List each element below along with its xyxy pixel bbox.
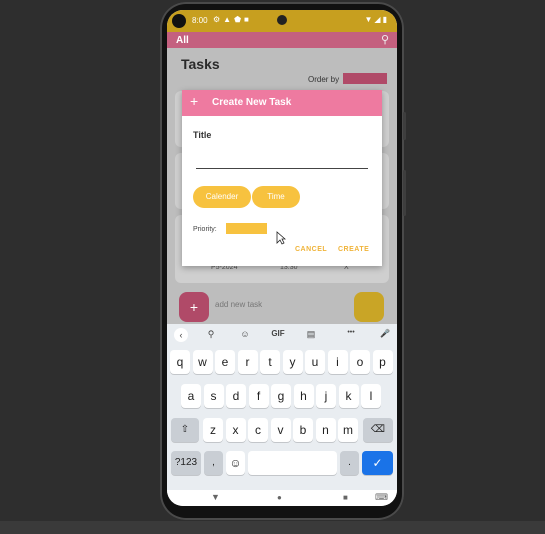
add-new-task-label: add new task <box>215 300 263 309</box>
key-b[interactable]: b <box>293 418 313 442</box>
dialog-title: Create New Task <box>212 97 292 108</box>
key-v[interactable]: v <box>270 418 291 442</box>
key-c[interactable]: c <box>248 418 268 442</box>
power-button <box>403 112 406 140</box>
sticker-icon[interactable]: ☺ <box>237 329 253 339</box>
yellow-fab-button[interactable] <box>354 292 384 322</box>
pinned-indicator-icon <box>277 15 287 25</box>
back-icon[interactable]: ▼ <box>211 492 220 502</box>
key-d[interactable]: d <box>226 384 246 408</box>
key-y[interactable]: y <box>282 350 303 374</box>
key-x[interactable]: x <box>225 418 246 442</box>
key-g[interactable]: g <box>271 384 291 408</box>
key-f[interactable]: f <box>248 384 269 408</box>
key-q[interactable]: q <box>170 350 190 374</box>
key-o[interactable]: o <box>350 350 370 374</box>
key-w[interactable]: w <box>192 350 213 374</box>
key-l[interactable]: l <box>361 384 381 408</box>
clipboard-icon[interactable]: ▤ <box>303 329 319 340</box>
keyboard-toolbar: ‹ ⚲ ☺ GIF ▤ ••• 🎤 <box>167 324 397 346</box>
collapse-back-icon[interactable]: ‹ <box>174 328 188 342</box>
cancel-button[interactable]: CANCEL <box>295 246 327 253</box>
app-top-bar: All ⚲ <box>167 32 397 48</box>
comma-key[interactable]: , <box>204 451 223 475</box>
status-system-icons: ▼◢▮ <box>364 15 389 24</box>
key-e[interactable]: e <box>215 350 235 374</box>
tab-all[interactable]: All <box>176 35 189 46</box>
key-h[interactable]: h <box>293 384 314 408</box>
system-nav-bar: ▼ ● ■ ⌨ <box>167 490 397 506</box>
title-input[interactable] <box>196 154 368 169</box>
calendar-button[interactable]: Calender <box>193 186 251 208</box>
key-j[interactable]: j <box>316 384 336 408</box>
symbols-key[interactable]: ?123 <box>171 451 201 475</box>
order-by-select[interactable] <box>343 73 387 84</box>
backspace-key[interactable]: ⌫ <box>363 418 393 442</box>
spacebar[interactable] <box>248 451 337 475</box>
search-icon[interactable]: ⚲ <box>203 329 219 340</box>
more-icon[interactable]: ••• <box>343 329 359 336</box>
recents-icon[interactable]: ■ <box>343 493 348 502</box>
key-n[interactable]: n <box>315 418 336 442</box>
period-key[interactable]: . <box>340 451 359 475</box>
key-m[interactable]: m <box>338 418 358 442</box>
on-screen-keyboard: ‹ ⚲ ☺ GIF ▤ ••• 🎤 q w e r t y u i o p a s d f g h j k l ⇧ z x… <box>167 324 397 490</box>
key-i[interactable]: i <box>327 350 348 374</box>
priority-label: Priority: <box>193 226 217 233</box>
home-icon[interactable]: ● <box>277 493 282 502</box>
status-notification-icons: ⚙▲⬟■ <box>213 15 252 24</box>
key-a[interactable]: a <box>181 384 201 408</box>
shift-key[interactable]: ⇧ <box>171 418 199 442</box>
volume-button <box>403 170 406 216</box>
enter-key[interactable]: ✓ <box>362 451 393 475</box>
add-task-fab[interactable]: + <box>179 292 209 322</box>
search-icon[interactable]: ⚲ <box>381 33 389 46</box>
key-t[interactable]: t <box>260 350 280 374</box>
key-z[interactable]: z <box>203 418 223 442</box>
plus-icon: + <box>190 93 199 109</box>
title-label: Title <box>193 130 212 140</box>
status-bar: 8:00 ⚙▲⬟■ ▼◢▮ <box>167 10 397 32</box>
keyboard-switch-icon[interactable]: ⌨ <box>375 492 388 503</box>
key-s[interactable]: s <box>203 384 224 408</box>
page-title: Tasks <box>181 56 220 72</box>
key-r[interactable]: r <box>237 350 258 374</box>
key-k[interactable]: k <box>338 384 359 408</box>
priority-select[interactable] <box>226 223 267 234</box>
emoji-key[interactable]: ☺ <box>226 451 245 475</box>
plus-icon: + <box>189 299 199 315</box>
time-button[interactable]: Time <box>252 186 300 208</box>
gif-icon[interactable]: GIF <box>269 329 287 338</box>
camera-cutout <box>172 14 186 28</box>
dialog-header: + Create New Task <box>182 90 382 116</box>
key-p[interactable]: p <box>372 350 393 374</box>
desktop-bottom-strip <box>0 521 545 534</box>
phone-screen: 8:00 ⚙▲⬟■ ▼◢▮ All ⚲ Tasks Order by P5-20… <box>167 10 397 506</box>
create-button[interactable]: CREATE <box>338 246 369 253</box>
key-u[interactable]: u <box>305 350 325 374</box>
mouse-cursor-icon <box>276 231 286 245</box>
mic-icon[interactable]: 🎤 <box>377 329 393 338</box>
order-by-label: Order by <box>308 75 340 84</box>
status-time: 8:00 <box>192 16 208 25</box>
